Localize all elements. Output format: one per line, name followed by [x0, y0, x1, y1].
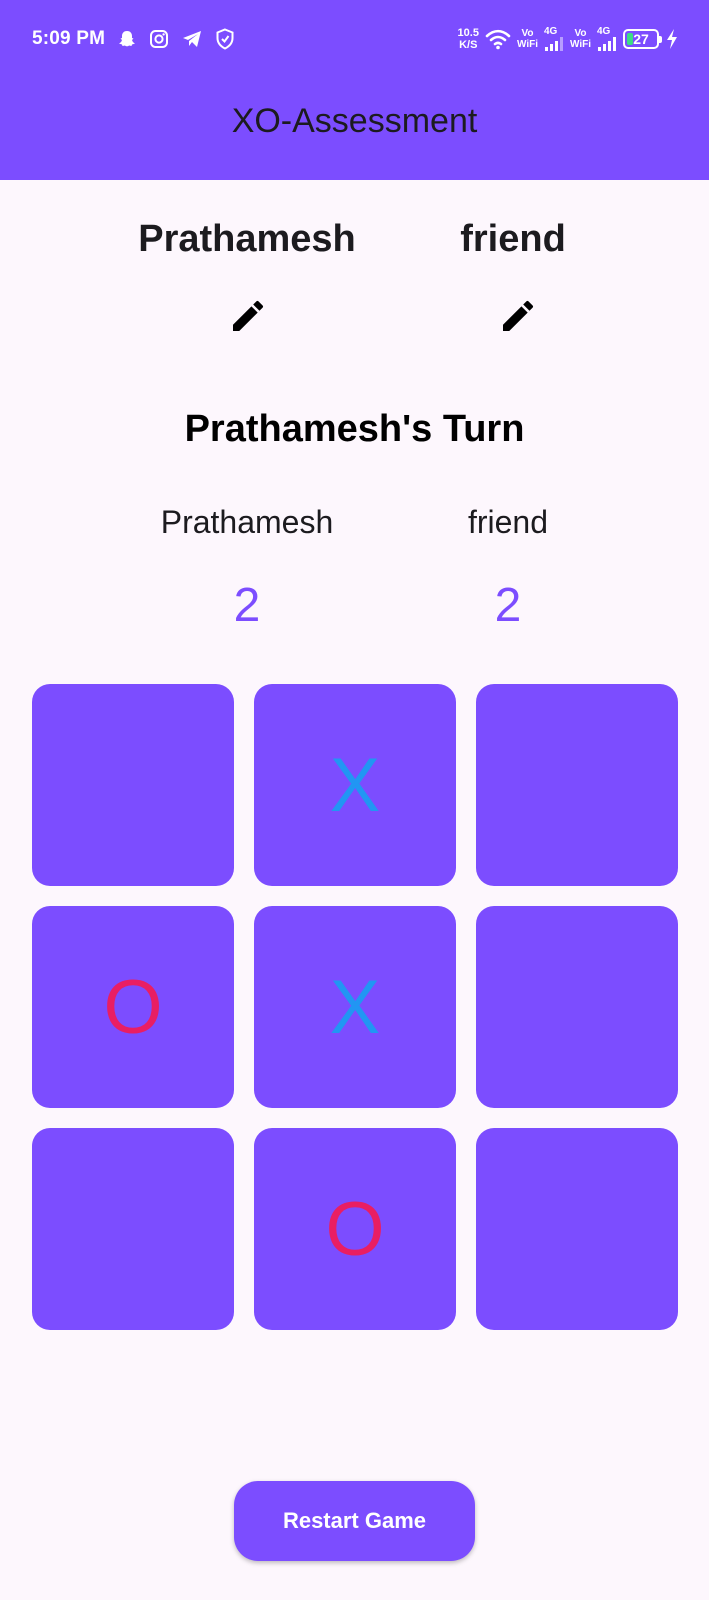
net-speed-unit: K/S	[459, 39, 478, 51]
sim1-signal: 4G	[544, 27, 564, 51]
turn-indicator: Prathamesh's Turn	[184, 408, 525, 450]
sim2-vowifi: Vo WiFi	[570, 28, 591, 50]
cell-mark: X	[329, 964, 381, 1050]
cell-mark: X	[329, 742, 381, 828]
board-cell-2[interactable]: X	[254, 684, 456, 886]
status-left: 5:09 PM	[32, 26, 235, 52]
charging-icon	[665, 28, 679, 50]
board-cell-4[interactable]: O	[32, 906, 234, 1108]
app-title: XO-Assessment	[231, 102, 478, 140]
cell-mark: O	[103, 964, 163, 1050]
score-player1-value: 2	[233, 579, 261, 632]
board-cell-6[interactable]	[476, 906, 678, 1108]
battery-level: 27	[633, 31, 649, 47]
pencil-icon	[503, 300, 534, 331]
board-cell-7[interactable]	[32, 1128, 234, 1330]
board-cell-8[interactable]: O	[254, 1128, 456, 1330]
edit-player2-button[interactable]	[498, 296, 538, 336]
game-board: X O X O	[32, 684, 678, 1330]
board-cell-5[interactable]: X	[254, 906, 456, 1108]
edit-player1-button[interactable]	[228, 296, 268, 336]
restart-game-button[interactable]: Restart Game	[234, 1481, 475, 1561]
status-time: 5:09 PM	[32, 28, 106, 49]
cell-mark: O	[325, 1186, 385, 1272]
network-speed: 10.5 K/S	[458, 27, 479, 51]
sim2-top-label: Vo	[574, 28, 587, 39]
status-right: 10.5 K/S Vo WiFi 4G Vo WiFi 4G 27	[458, 22, 679, 56]
battery-fill	[627, 33, 633, 45]
sim2-signal: 4G	[597, 27, 617, 51]
app-header: 5:09 PM 10.5 K/S Vo WiFi 4G Vo WiFi 4G 2…	[0, 0, 709, 180]
pencil-icon	[233, 300, 264, 331]
board-cell-9[interactable]	[476, 1128, 678, 1330]
score-player2-name: friend	[467, 504, 549, 540]
player2-name: friend	[460, 218, 566, 260]
sim1-bottom-label: WiFi	[516, 39, 538, 50]
sim1-vowifi: Vo WiFi	[517, 28, 538, 50]
telegram-icon	[181, 29, 203, 49]
score-player1-name: Prathamesh	[160, 504, 334, 540]
net-speed-value: 10.5	[457, 27, 479, 39]
player1-name: Prathamesh	[138, 218, 356, 260]
board-cell-1[interactable]	[32, 684, 234, 886]
wifi-icon	[485, 28, 511, 50]
sim1-network-label: 4G	[543, 26, 558, 37]
shield-icon	[215, 28, 235, 50]
instagram-icon	[149, 29, 169, 49]
sim2-bottom-label: WiFi	[569, 39, 591, 50]
score-player2-value: 2	[494, 579, 522, 632]
battery-nub	[659, 36, 662, 43]
board-cell-3[interactable]	[476, 684, 678, 886]
signal-icon	[544, 37, 564, 51]
sim1-top-label: Vo	[521, 28, 534, 39]
battery-indicator: 27	[623, 29, 662, 49]
sim2-network-label: 4G	[597, 26, 611, 37]
snapchat-icon	[117, 29, 137, 49]
signal-icon	[597, 37, 617, 51]
status-bar: 5:09 PM 10.5 K/S Vo WiFi 4G Vo WiFi 4G 2…	[0, 0, 709, 80]
